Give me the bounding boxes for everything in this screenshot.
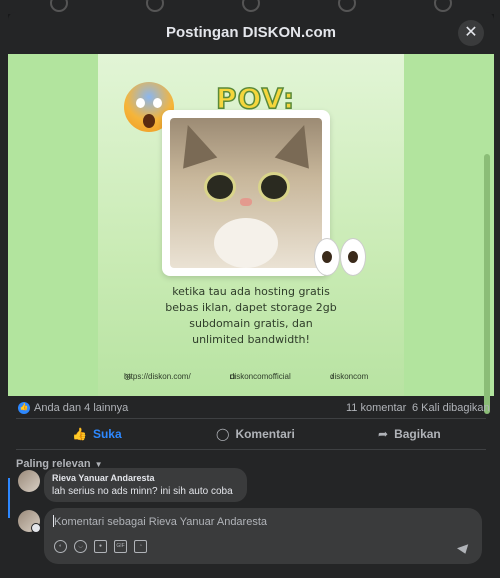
gif-icon[interactable]: GIF: [114, 540, 127, 553]
comment-indicator: [8, 478, 10, 518]
share-button[interactable]: ➦ Bagikan: [378, 419, 441, 449]
send-icon[interactable]: [456, 544, 472, 556]
background-left: [0, 14, 8, 578]
video-icon: [146, 0, 164, 12]
like-button[interactable]: 👍 Suka: [72, 419, 122, 449]
emoji-icon[interactable]: ◡: [74, 540, 87, 553]
share-icon: ➦: [378, 427, 389, 441]
camera-icon[interactable]: ●: [94, 540, 107, 553]
scrollbar[interactable]: [484, 154, 490, 414]
post-stats: 👍 Anda dan 4 lainnya 11 komentar 6 Kali …: [8, 396, 494, 418]
comment-input[interactable]: [52, 512, 456, 532]
home-icon: [50, 0, 68, 12]
comment-author[interactable]: Rieva Yanuar Andaresta: [52, 473, 155, 483]
gaming-icon: [434, 0, 452, 12]
modal-title: Postingan DISKON.com: [165, 24, 337, 41]
close-button[interactable]: ✕: [458, 20, 484, 46]
groups-icon: [338, 0, 356, 12]
thumbs-up-icon: 👍: [72, 427, 87, 441]
background-right: [494, 14, 500, 578]
comment-bubble: Rieva Yanuar Andaresta lah serius no ads…: [44, 468, 247, 502]
avatar-sticker-icon[interactable]: ◐: [54, 540, 67, 553]
chevron-down-icon[interactable]: [31, 523, 41, 533]
modal-header: Postingan DISKON.com ✕: [8, 12, 494, 55]
instagram-text: diskoncomofficial: [230, 372, 291, 381]
post-image-caption: ketika tau ada hosting gratis bebas ikla…: [165, 285, 337, 346]
tiktok-text: diskoncom: [330, 372, 369, 381]
sticker-icon[interactable]: ◔: [134, 540, 147, 553]
cat-photo: [162, 110, 330, 276]
post-modal: Postingan DISKON.com ✕ POV: ketika tau a…: [8, 12, 494, 578]
comment-text: lah serius no ads minn? ini sih auto cob…: [52, 486, 233, 497]
avatar[interactable]: [18, 470, 40, 492]
website-text: https://diskon.com/: [124, 372, 191, 381]
post-image-artwork: POV: ketika tau ada hosting gratis bebas…: [98, 54, 404, 396]
comment-button[interactable]: ◯ Komentari: [216, 419, 295, 449]
eyes-emoji-icon: [314, 238, 370, 278]
comment-icon: ◯: [216, 427, 230, 441]
post-image[interactable]: POV: ketika tau ada hosting gratis bebas…: [8, 54, 494, 414]
composer-avatar[interactable]: [18, 510, 41, 533]
comment-composer: ◐ ◡ ● GIF ◔: [44, 508, 482, 564]
marketplace-icon: [242, 0, 260, 12]
reaction-count[interactable]: Anda dan 4 lainnya: [34, 402, 128, 414]
share-count[interactable]: 6 Kali dibagikan: [412, 402, 490, 414]
comment-count[interactable]: 11 komentar: [346, 402, 406, 414]
post-actions: 👍 Suka ◯ Komentari ➦ Bagikan: [16, 418, 486, 450]
like-reaction-icon: 👍: [18, 402, 30, 414]
